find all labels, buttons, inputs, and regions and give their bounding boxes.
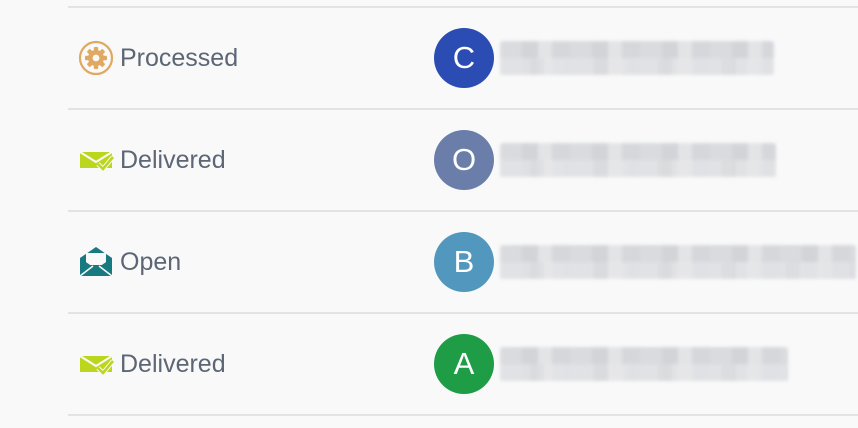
status-label: Delivered bbox=[120, 349, 226, 378]
status-cell: Open bbox=[78, 212, 181, 312]
avatar-letter: O bbox=[451, 142, 477, 177]
avatar: A bbox=[434, 334, 494, 394]
redacted-email bbox=[500, 245, 856, 279]
list-item[interactable]: Delivered O bbox=[68, 110, 858, 210]
list-item[interactable]: Open B bbox=[68, 212, 858, 312]
redacted-email bbox=[500, 41, 774, 75]
envelope-check-icon bbox=[78, 346, 114, 382]
envelope-check-icon bbox=[78, 142, 114, 178]
redacted-email bbox=[500, 347, 788, 381]
row-divider bbox=[68, 414, 858, 416]
gear-icon bbox=[78, 40, 114, 76]
email-activity-list: Processed C Delivered O Open B Delivered… bbox=[68, 0, 858, 428]
status-label: Delivered bbox=[120, 145, 226, 174]
list-item[interactable]: Delivered A bbox=[68, 314, 858, 414]
avatar-letter: B bbox=[453, 244, 475, 279]
avatar: B bbox=[434, 232, 494, 292]
avatar: C bbox=[434, 28, 494, 88]
status-label: Processed bbox=[120, 43, 239, 72]
avatar-letter: C bbox=[452, 40, 476, 75]
status-cell: Delivered bbox=[78, 110, 226, 210]
status-label: Open bbox=[120, 247, 182, 276]
redacted-email bbox=[500, 143, 776, 177]
envelope-open-icon bbox=[78, 244, 114, 280]
avatar-letter: A bbox=[453, 346, 475, 381]
list-item[interactable]: Processed C bbox=[68, 8, 858, 108]
avatar: O bbox=[434, 130, 494, 190]
status-cell: Delivered bbox=[78, 314, 226, 414]
status-cell: Processed bbox=[78, 8, 238, 108]
